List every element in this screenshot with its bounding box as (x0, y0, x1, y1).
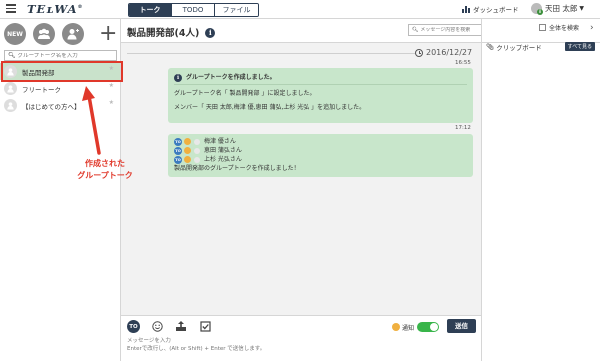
user-avatar-icon (184, 156, 191, 163)
tab-file[interactable]: ファイル (215, 4, 258, 16)
clock-icon (415, 48, 423, 57)
logo-text: TEʟWA (27, 2, 78, 16)
to-button[interactable]: TO (127, 320, 140, 333)
view-all-button[interactable]: すべて見る (564, 42, 595, 51)
info-icon: i (174, 73, 182, 82)
person-icon (194, 156, 200, 163)
tab-talk[interactable]: トーク (129, 4, 172, 16)
message-header: i グループトークを作成しました。 (174, 72, 467, 85)
main-tabs: トーク TODO ファイル (128, 3, 259, 17)
user-name: 天田 太郎 (545, 4, 578, 13)
highlight-box (1, 61, 123, 82)
message-search-field[interactable]: 🔍︎ (408, 24, 487, 36)
chat-title: 製品開発部(4人) (127, 28, 200, 39)
date-text: 2016/12/27 (426, 48, 473, 57)
system-message: i グループトークを作成しました。 グループトーク名「 製品開発部 」に設定しまし… (168, 68, 473, 123)
to-badge: TO (174, 146, 182, 155)
search-all-checkbox[interactable] (539, 24, 546, 31)
group-avatar-icon (4, 82, 17, 95)
date-divider: 2016/12/27 (121, 48, 481, 58)
tab-todo[interactable]: TODO (172, 4, 215, 16)
mention-row: TO 上杉 光弘さん (174, 155, 467, 164)
top-bar: TEʟWA® トーク TODO ファイル ダッシュボード 8 天田 太郎 ▼ (0, 0, 600, 19)
divider (127, 53, 415, 54)
message-text: 製品開発部のグループトークを作成しました！ (174, 165, 300, 172)
message-time: 17:12 (455, 125, 471, 131)
message-input[interactable] (127, 337, 467, 357)
page-title: 製品開発部(4人) i (127, 25, 216, 39)
message-search-input[interactable] (420, 27, 487, 33)
send-button[interactable]: 送信 (447, 319, 476, 333)
emoji-icon[interactable] (150, 321, 164, 333)
clipboard-panel: 全体を検索 › 📎︎ クリップボード すべて見る (481, 19, 600, 361)
star-icon[interactable]: ★ (109, 82, 114, 89)
list-item[interactable]: 【はじめての方へ】 ★ (0, 97, 120, 114)
group-name: フリートーク (22, 85, 61, 94)
to-badge: TO (174, 155, 182, 164)
dashboard-link[interactable]: ダッシュボード (462, 4, 519, 14)
search-all-label: 全体を検索 (549, 25, 580, 32)
group-avatar-icon (4, 99, 17, 112)
hamburger-menu-icon[interactable] (6, 4, 16, 14)
paperclip-icon: 📎︎ (486, 43, 495, 51)
annotation-label: 作成された グループトーク (70, 158, 140, 182)
person-add-icon (67, 29, 79, 40)
bell-icon (392, 323, 400, 331)
notify-label: 通知 (402, 324, 415, 332)
chevron-down-icon: ▼ (579, 5, 585, 12)
message-composer: TO 通知 送信 (121, 315, 481, 361)
sidebar-actions: NEW + (4, 23, 117, 45)
info-icon[interactable]: i (205, 28, 216, 38)
user-menu[interactable]: 8 天田 太郎 ▼ (531, 3, 585, 15)
message-header-text: グループトークを作成しました。 (186, 74, 276, 81)
avatar: 8 (531, 3, 543, 15)
people-icon (38, 28, 50, 39)
composer-toolbar: TO (127, 320, 222, 333)
app-logo[interactable]: TEʟWA® (27, 2, 84, 16)
task-checkbox-icon[interactable] (198, 321, 212, 333)
clipboard-title: クリップボード (496, 44, 542, 52)
add-group-button[interactable]: + (99, 23, 117, 45)
person-icon (194, 147, 200, 154)
chat-message: TO 梅津 優さん TO 恵田 蒲弘さん TO 上杉 光弘さん 製品開発部のグループト… (168, 134, 473, 177)
group-icon[interactable] (33, 23, 55, 45)
to-badge: TO (174, 137, 182, 146)
annotation-line: グループトーク (77, 171, 133, 180)
message-line: グループトーク名「 製品開発部 」に設定しました。 (174, 90, 316, 97)
star-icon[interactable]: ★ (109, 99, 114, 106)
search-icon: 🔍︎ (8, 52, 16, 59)
bar-chart-icon (462, 5, 470, 13)
chevron-right-icon[interactable]: › (590, 23, 594, 33)
search-icon: 🔍︎ (412, 27, 419, 33)
notify-toggle[interactable] (417, 322, 440, 332)
user-avatar-icon (184, 147, 191, 154)
annotation-line: 作成された (85, 159, 125, 168)
clipboard-toolbar: 全体を検索 › (482, 19, 600, 43)
search-all-option[interactable]: 全体を検索 (539, 23, 579, 32)
clipboard-header: 📎︎ クリップボード すべて見る (486, 42, 599, 52)
message-line: メンバー「 天田 太郎,梅津 優,恵田 蒲弘,上杉 光弘 」を追加しました。 (174, 104, 366, 111)
dashboard-label: ダッシュボード (473, 6, 519, 14)
chat-panel: 製品開発部(4人) i 🔍︎ 2016/12/27 16:55 i グループトークを… (121, 19, 487, 361)
logo-mark: ® (77, 4, 84, 11)
upload-icon[interactable] (174, 321, 188, 333)
message-time: 16:55 (455, 60, 471, 66)
date-label: 2016/12/27 (415, 48, 472, 57)
user-badge: 8 (537, 9, 543, 15)
new-button[interactable]: NEW (4, 23, 26, 45)
user-avatar-icon (184, 138, 191, 145)
person-icon (194, 138, 200, 145)
contacts-icon[interactable] (62, 23, 84, 45)
group-search-input[interactable] (17, 52, 116, 59)
list-item[interactable]: フリートーク ★ (0, 80, 120, 97)
group-name: 【はじめての方へ】 (22, 102, 81, 111)
group-search-field[interactable]: 🔍︎ (4, 50, 117, 61)
notify-toggle-group: 通知 (392, 322, 440, 332)
chat-header: 製品開発部(4人) i 🔍︎ (121, 19, 487, 43)
